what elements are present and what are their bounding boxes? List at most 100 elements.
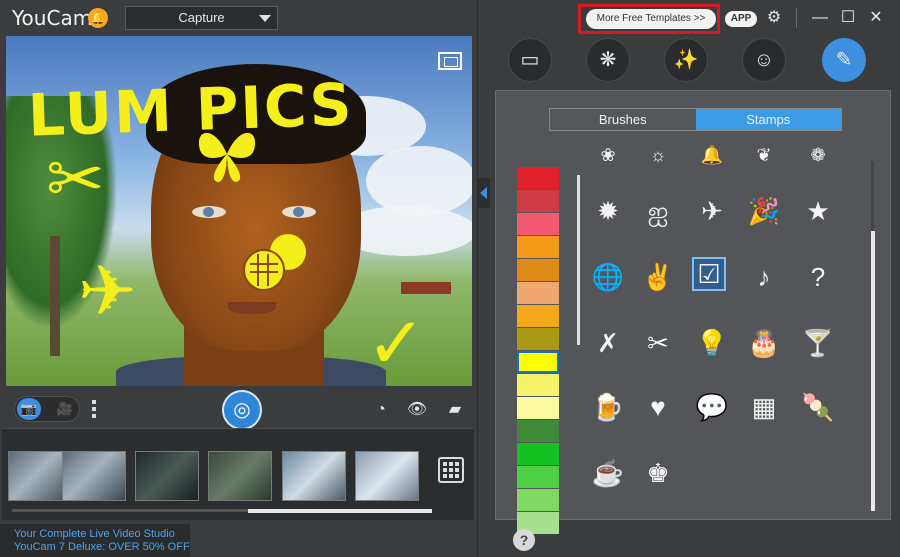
app-title: YouCam (12, 6, 93, 30)
camera-icon[interactable]: 📷 (17, 398, 41, 420)
color-swatch[interactable] (517, 305, 559, 327)
magic-wand-category-icon[interactable]: ✨ (664, 38, 708, 82)
help-button[interactable]: ? (513, 529, 535, 551)
thumbnail-scrollbar[interactable] (248, 509, 432, 513)
stamp-scrollbar[interactable] (871, 231, 875, 511)
cocktail-stamp-icon[interactable]: 🍸 (800, 325, 836, 361)
brush-category-icon[interactable]: ✎ (822, 38, 866, 82)
lotus-stamp-icon[interactable]: ❁ (800, 146, 836, 167)
color-swatch[interactable] (517, 374, 559, 396)
capture-controls: 📷 🎥 ◎ ◔ 👁 ▰ (0, 388, 477, 430)
barn (401, 282, 451, 294)
color-swatch[interactable] (517, 397, 559, 419)
color-swatch[interactable] (517, 167, 559, 189)
more-options-icon[interactable] (92, 400, 96, 420)
eye-icon[interactable]: 👁 (406, 400, 428, 420)
question-mark-stamp-icon[interactable]: ? (800, 259, 836, 295)
palette-scrollbar[interactable] (577, 175, 580, 345)
title-separator (796, 8, 797, 28)
thumbnail[interactable] (62, 451, 126, 501)
butterfly-stamp-icon (194, 124, 260, 196)
music-note-stamp-icon[interactable]: ♪ (746, 259, 782, 295)
mode-select[interactable]: Capture (125, 6, 278, 30)
gallery-grid-icon[interactable] (438, 457, 464, 483)
fullscreen-icon[interactable] (438, 52, 462, 70)
drawn-text: LUM PICS (26, 70, 355, 150)
left-eye (192, 206, 226, 218)
avatar-category-icon[interactable]: ☺ (742, 38, 786, 82)
thumbnail[interactable] (208, 451, 272, 501)
brushes-stamps-panel: Brushes Stamps ❀ ☼ 🔔 ❦ ❁ ✹ ஐ ✈ 🎉 ★ 🌐 ✌ ☑… (495, 90, 891, 534)
speech-bubble-stamp-icon[interactable]: 💬 (694, 389, 730, 425)
party-popper-stamp-icon[interactable]: 🎉 (746, 193, 782, 229)
photo-video-toggle[interactable]: 📷 🎥 (14, 396, 80, 422)
particles-category-icon[interactable]: ❋ (586, 38, 630, 82)
chess-king-stamp-icon[interactable]: ♚ (640, 455, 676, 491)
color-swatch[interactable] (517, 259, 559, 281)
star-stamp-icon[interactable]: ★ (800, 193, 836, 229)
color-palette (517, 167, 559, 535)
shutter-button[interactable]: ◎ (222, 390, 262, 430)
title-bar: YouCam 🔔 Capture (0, 0, 477, 36)
color-swatch[interactable] (517, 443, 559, 465)
color-swatch[interactable] (517, 466, 559, 488)
thumbnail-strip (2, 428, 474, 520)
chevron-down-icon (259, 15, 271, 22)
coffee-cup-stamp-icon[interactable]: ☕ (590, 455, 626, 491)
thumbnail[interactable] (355, 451, 419, 501)
gear-icon[interactable]: ⚙ (764, 8, 784, 28)
effects-panel: More Free Templates >> APP ⚙ — ☐ ✕ ▭ ❋ ✨… (477, 0, 900, 557)
thumbnail[interactable] (135, 451, 199, 501)
globe-stamp-icon[interactable]: 🌐 (590, 259, 626, 295)
frames-category-icon[interactable]: ▭ (508, 38, 552, 82)
leaf-stamp-icon[interactable]: ❦ (746, 146, 782, 167)
close-icon[interactable]: ✕ (866, 8, 886, 28)
camera-preview: LUM PICS ✂ ✈ ✓ (6, 36, 472, 386)
eraser-icon[interactable]: ▰ (444, 400, 466, 420)
minimize-icon[interactable]: — (810, 8, 830, 28)
waffles-stamp-icon[interactable]: ▦ (746, 389, 782, 425)
lightbulb-stamp-icon[interactable]: 💡 (694, 325, 730, 361)
color-swatch[interactable] (517, 236, 559, 258)
cake-stamp-icon[interactable]: 🎂 (746, 325, 782, 361)
promo-banner[interactable]: Your Complete Live Video Studio YouCam 7… (0, 524, 190, 557)
thumbnail[interactable] (282, 451, 346, 501)
scissors-stamp-icon[interactable]: ✂ (640, 325, 676, 361)
heart-stamp-icon[interactable]: ♥ (640, 389, 676, 425)
beer-mug-stamp-icon[interactable]: 🍺 (590, 389, 626, 425)
x-mark-stamp-icon[interactable]: ✗ (590, 325, 626, 361)
candy-stamp-icon[interactable]: 🍡 (800, 389, 836, 425)
mode-select-value: Capture (178, 10, 225, 25)
flower-stamp-icon[interactable]: ❀ (590, 146, 626, 167)
bell-stamp-icon[interactable]: 🔔 (694, 146, 730, 167)
app-button[interactable]: APP (725, 11, 757, 27)
promo-line-2: YouCam 7 Deluxe: OVER 50% OFF (14, 541, 190, 553)
face-tracking-icon[interactable]: ◔ (370, 400, 392, 420)
peace-hand-stamp-icon[interactable]: ✌ (640, 259, 676, 295)
scissors-stamp-icon: ✂ (46, 140, 105, 218)
checkbox-stamp-icon[interactable]: ☑ (692, 257, 726, 291)
capture-panel: YouCam 🔔 Capture LUM PICS ✂ ✈ ✓ 📷 🎥 ◎ ◔ … (0, 0, 477, 557)
color-swatch[interactable] (517, 351, 559, 373)
airplane-stamp-icon[interactable]: ✈ (694, 193, 730, 229)
promo-line-1: Your Complete Live Video Studio (14, 528, 175, 540)
notification-bell-icon[interactable]: 🔔 (88, 8, 108, 28)
color-swatch[interactable] (517, 282, 559, 304)
color-swatch[interactable] (517, 213, 559, 235)
color-swatch[interactable] (517, 489, 559, 511)
sunburst-stamp-icon[interactable]: ✹ (590, 193, 626, 229)
butterfly-stamp-icon[interactable]: ஐ (640, 193, 676, 229)
sun-stamp-icon[interactable]: ☼ (640, 146, 676, 167)
tab-stamps[interactable]: Stamps (695, 109, 841, 130)
video-camera-icon[interactable]: 🎥 (53, 398, 77, 420)
maximize-icon[interactable]: ☐ (838, 8, 858, 28)
tree-trunk (50, 236, 60, 356)
tab-brushes[interactable]: Brushes (550, 109, 696, 130)
tab-bar: Brushes Stamps (549, 108, 842, 131)
waffles-stamp-icon (240, 232, 310, 305)
color-swatch[interactable] (517, 328, 559, 350)
color-swatch[interactable] (517, 190, 559, 212)
collapse-panel-icon[interactable] (478, 178, 490, 208)
color-swatch[interactable] (517, 420, 559, 442)
more-free-templates-button[interactable]: More Free Templates >> (586, 9, 716, 29)
